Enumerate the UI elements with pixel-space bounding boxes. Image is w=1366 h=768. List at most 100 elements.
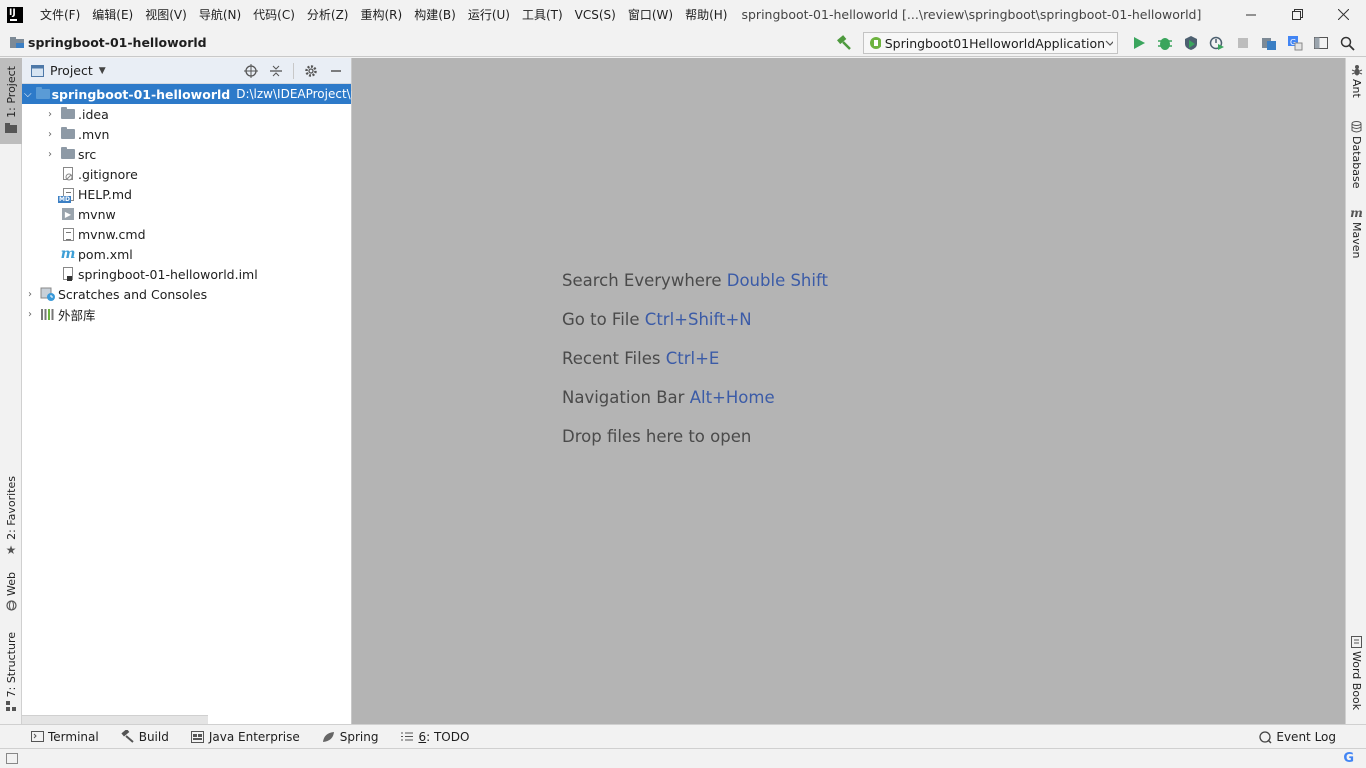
- menu-code[interactable]: 代码(C): [247, 0, 301, 29]
- tree-item-label: springboot-01-helloworld: [51, 86, 231, 102]
- project-structure-icon: [1262, 38, 1276, 50]
- tree-item-gitignore[interactable]: .gitignore: [22, 164, 351, 184]
- tab-project-label: 1: Project: [4, 66, 18, 118]
- stop-button[interactable]: [1232, 32, 1254, 54]
- tab-maven[interactable]: m Maven: [1346, 206, 1366, 266]
- tab-spring[interactable]: Spring: [322, 730, 378, 744]
- collapse-all-button[interactable]: [265, 60, 287, 82]
- menu-window[interactable]: 窗口(W): [622, 0, 679, 29]
- tab-project[interactable]: 1: Project: [0, 58, 22, 144]
- menu-tools[interactable]: 工具(T): [516, 0, 569, 29]
- tab-word-book[interactable]: Word Book: [1346, 636, 1366, 716]
- close-icon: [1337, 9, 1349, 20]
- tree-item-help-md[interactable]: MD HELP.md: [22, 184, 351, 204]
- tree-item-pom-xml[interactable]: m pom.xml: [22, 244, 351, 264]
- ant-icon: [1351, 65, 1362, 76]
- tab-java-enterprise[interactable]: Java Enterprise: [191, 730, 300, 744]
- hint-shortcut: Double Shift: [726, 271, 828, 290]
- menu-analyze[interactable]: 分析(Z): [301, 0, 355, 29]
- chevron-down-icon: [1105, 40, 1113, 46]
- menu-refactor[interactable]: 重构(R): [355, 0, 409, 29]
- project-tree: ⌵ springboot-01-helloworld D:\lzw\IDEAPr…: [22, 84, 363, 324]
- presentation-mode-button[interactable]: [1310, 32, 1332, 54]
- menu-view[interactable]: 视图(V): [139, 0, 193, 29]
- project-structure-button[interactable]: [1258, 32, 1280, 54]
- build-project-button[interactable]: [833, 32, 855, 54]
- tab-structure-label: 7: Structure: [4, 632, 18, 698]
- text-file-icon: [60, 226, 76, 242]
- tab-build-label: Build: [138, 729, 169, 744]
- tree-item-mvnw[interactable]: ▶ mvnw: [22, 204, 351, 224]
- menu-build[interactable]: 构建(B): [408, 0, 462, 29]
- tree-item-src[interactable]: › src: [22, 144, 351, 164]
- editor-empty-hints: Search Everywhere Double Shift Go to Fil…: [562, 270, 828, 465]
- search-everywhere-button[interactable]: [1336, 32, 1358, 54]
- settings-button[interactable]: [300, 60, 322, 82]
- spring-leaf-icon: [322, 730, 336, 744]
- tab-database-label: Database: [1350, 136, 1363, 189]
- menu-help[interactable]: 帮助(H): [679, 0, 733, 29]
- editor-area[interactable]: Search Everywhere Double Shift Go to Fil…: [352, 58, 1345, 724]
- chevron-down-icon[interactable]: ▼: [99, 66, 106, 76]
- menu-file[interactable]: 文件(F): [34, 0, 86, 29]
- tab-terminal[interactable]: Terminal: [30, 730, 99, 744]
- locate-file-button[interactable]: [240, 60, 262, 82]
- google-translate-icon[interactable]: G: [1343, 751, 1354, 766]
- menu-run[interactable]: 运行(U): [462, 0, 516, 29]
- hint-text: Recent Files: [562, 349, 661, 368]
- chevron-right-icon[interactable]: ›: [44, 149, 56, 160]
- collapse-all-icon: [270, 65, 282, 77]
- tab-event-log[interactable]: Event Log: [1258, 725, 1336, 749]
- tree-item-label: Scratches and Consoles: [58, 286, 208, 302]
- toolbar: Springboot01HelloworldApplication G: [831, 29, 1360, 57]
- tree-item-label: .mvn: [78, 126, 110, 142]
- profile-button[interactable]: [1206, 32, 1228, 54]
- project-view-selector[interactable]: Project: [50, 63, 93, 78]
- status-bar: G: [0, 748, 1366, 768]
- tab-database[interactable]: Database: [1346, 121, 1366, 193]
- menu-vcs[interactable]: VCS(S): [569, 0, 622, 29]
- breadcrumb-project[interactable]: springboot-01-helloworld: [28, 35, 207, 50]
- tab-java-enterprise-label: Java Enterprise: [208, 729, 300, 744]
- minimize-button[interactable]: [1228, 0, 1274, 29]
- menu-navigate[interactable]: 导航(N): [193, 0, 247, 29]
- tree-item-idea[interactable]: › .idea: [22, 104, 351, 124]
- project-folder-icon: [10, 37, 24, 48]
- tab-event-log-label: Event Log: [1276, 730, 1336, 744]
- tab-favorites[interactable]: 2: Favorites ★: [0, 476, 22, 558]
- module-file-icon: [60, 266, 76, 282]
- horizontal-scrollbar[interactable]: [22, 715, 208, 724]
- menu-edit[interactable]: 编辑(E): [86, 0, 139, 29]
- hint-navigation-bar: Navigation Bar Alt+Home: [562, 387, 828, 426]
- toggle-tool-windows-icon[interactable]: [6, 753, 18, 764]
- project-tool-window: Project ▼ ⌵ springboot-01-helloworld D:\…: [22, 58, 363, 724]
- chevron-right-icon[interactable]: ›: [24, 309, 36, 320]
- translate-button[interactable]: G: [1284, 32, 1306, 54]
- tree-item-external-libraries[interactable]: › 外部库: [22, 304, 351, 324]
- tab-web[interactable]: Web: [0, 572, 22, 618]
- tab-ant-label: Ant: [1350, 79, 1363, 98]
- close-button[interactable]: [1320, 0, 1366, 29]
- restore-button[interactable]: [1274, 0, 1320, 29]
- tab-todo[interactable]: 6: TODO: [400, 730, 469, 744]
- tree-item-mvn[interactable]: › .mvn: [22, 124, 351, 144]
- tab-structure[interactable]: 7: Structure: [0, 632, 22, 714]
- run-button[interactable]: [1128, 32, 1150, 54]
- debug-button[interactable]: [1154, 32, 1176, 54]
- stop-icon: [1238, 38, 1248, 48]
- chevron-right-icon[interactable]: ›: [44, 109, 56, 120]
- hint-go-to-file: Go to File Ctrl+Shift+N: [562, 309, 828, 348]
- tab-build[interactable]: Build: [121, 730, 169, 744]
- run-configuration-select[interactable]: Springboot01HelloworldApplication: [863, 32, 1118, 54]
- chevron-right-icon[interactable]: ›: [44, 129, 56, 140]
- chevron-down-icon[interactable]: ⌵: [24, 89, 32, 100]
- tree-item-mvnw-cmd[interactable]: mvnw.cmd: [22, 224, 351, 244]
- run-with-coverage-button[interactable]: [1180, 32, 1202, 54]
- project-panel-actions: [237, 58, 347, 84]
- hide-panel-button[interactable]: [325, 60, 347, 82]
- tree-item-scratches[interactable]: › Scratches and Consoles: [22, 284, 351, 304]
- tree-item-iml[interactable]: springboot-01-helloworld.iml: [22, 264, 351, 284]
- tab-ant[interactable]: Ant: [1346, 64, 1366, 114]
- tree-item-root[interactable]: ⌵ springboot-01-helloworld D:\lzw\IDEAPr…: [22, 84, 363, 104]
- chevron-right-icon[interactable]: ›: [24, 289, 36, 300]
